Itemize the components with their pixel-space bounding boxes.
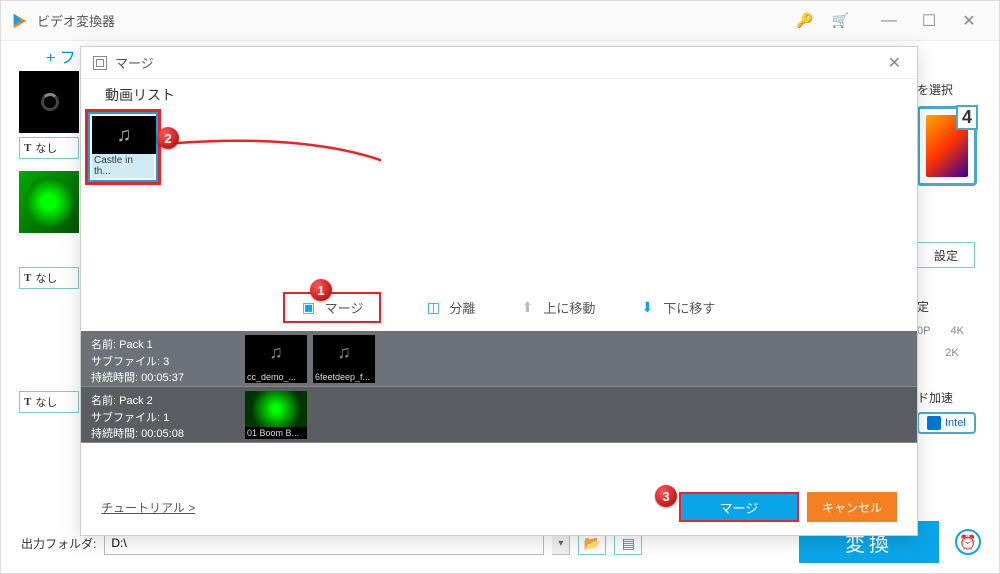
split-action-icon: ◫ — [425, 299, 441, 315]
music-note-icon: ♫ — [117, 124, 132, 147]
split-action-label: 分離 — [449, 298, 475, 317]
intel-chip-icon — [927, 416, 941, 430]
merge-action-icon: ▣ — [301, 299, 317, 315]
move-down-action[interactable]: ⬇ 下に移す — [639, 298, 715, 317]
output-panel: を選択 4 設定 定 0P 4K 2K ド加速 Intel — [917, 81, 987, 435]
format-preset[interactable]: 4 — [917, 106, 977, 186]
dialog-title-bar: マージ ✕ — [81, 47, 917, 79]
clip-list: Tなし Tなし Tなし — [19, 71, 79, 471]
app-title: ビデオ変換器 — [37, 11, 796, 30]
clip-subtitle-none[interactable]: Tなし — [19, 391, 79, 413]
clip-thumb[interactable] — [19, 71, 79, 133]
text-icon: T — [24, 396, 31, 408]
annotation-badge-3: 3 — [655, 485, 677, 507]
action-row: ▣ マージ ◫ 分離 ⬆ 上に移動 ⬇ 下に移す — [81, 293, 917, 321]
annotation-badge-1: 1 — [310, 279, 332, 301]
confirm-merge-button[interactable]: マージ — [679, 492, 799, 522]
merge-action[interactable]: ▣ マージ — [283, 292, 382, 323]
music-note-icon: ♫ — [337, 342, 351, 363]
output-folder-label: 出力フォルダ: — [21, 535, 96, 552]
split-action[interactable]: ◫ 分離 — [425, 298, 475, 317]
text-icon: T — [24, 142, 31, 154]
select-format-label: を選択 — [917, 81, 987, 98]
pack-info: 名前: Pack 1 サブファイル: 3 持続時間: 00:05:37 — [81, 331, 241, 386]
merge-icon — [93, 56, 107, 70]
app-logo-icon — [11, 12, 29, 30]
move-down-label: 下に移す — [663, 298, 715, 317]
music-note-icon: ♫ — [269, 342, 283, 363]
down-arrow-icon: ⬇ — [639, 299, 655, 315]
clip-subtitle-none[interactable]: Tなし — [19, 137, 79, 159]
resolution-row: 0P 4K — [917, 325, 987, 337]
add-file-button[interactable]: + フ — [46, 44, 76, 68]
pack-thumb[interactable]: ♫cc_demo_... — [245, 335, 307, 383]
format-number: 4 — [956, 105, 978, 130]
close-button[interactable]: ✕ — [949, 6, 989, 36]
schedule-button[interactable]: ⏰ — [955, 529, 981, 555]
move-up-action[interactable]: ⬆ 上に移動 — [519, 298, 595, 317]
pack-list: 名前: Pack 1 サブファイル: 3 持続時間: 00:05:37 ♫cc_… — [81, 331, 917, 443]
pack-thumb[interactable]: ♫6feetdeep_f... — [313, 335, 375, 383]
dialog-footer: チュートリアル > マージ キャンセル — [81, 489, 917, 525]
merge-action-label: マージ — [325, 298, 364, 317]
resolution-row2: 2K — [917, 347, 987, 359]
video-caption: Castle in th... — [92, 154, 154, 178]
video-list-label: 動画リスト — [81, 79, 917, 109]
dialog-close-button[interactable]: ✕ — [884, 53, 905, 73]
text-icon: T — [24, 272, 31, 284]
clip-thumb[interactable] — [19, 171, 79, 233]
merge-dialog: マージ ✕ 動画リスト ♫ Castle in th... ▣ マージ ◫ 分離… — [80, 46, 918, 536]
cart-icon[interactable]: 🛒 — [832, 12, 849, 29]
video-thumb: ♫ — [92, 116, 156, 154]
annotation-badge-2: 2 — [157, 127, 179, 149]
pack-row[interactable]: 名前: Pack 2 サブファイル: 1 持続時間: 00:05:08 01 B… — [81, 387, 917, 443]
up-arrow-icon: ⬆ — [519, 299, 535, 315]
key-icon[interactable]: 🔑 — [796, 12, 813, 29]
minimize-button[interactable]: — — [869, 6, 909, 36]
move-up-label: 上に移動 — [543, 298, 595, 317]
dialog-title: マージ — [115, 53, 884, 72]
pack-info: 名前: Pack 2 サブファイル: 1 持続時間: 00:05:08 — [81, 387, 241, 442]
maximize-button[interactable]: ☐ — [909, 6, 949, 36]
settings-button[interactable]: 設定 — [917, 242, 975, 268]
cancel-button[interactable]: キャンセル — [807, 492, 897, 522]
quality-label: 定 — [917, 298, 987, 315]
pack-thumb[interactable]: 01 Boom B... — [245, 391, 307, 439]
title-bar: ビデオ変換器 🔑 🛒 — ☐ ✕ — [1, 1, 999, 41]
hw-accel-label: ド加速 — [917, 389, 987, 406]
intel-badge[interactable]: Intel — [917, 412, 976, 434]
clip-subtitle-none[interactable]: Tなし — [19, 267, 79, 289]
tutorial-link[interactable]: チュートリアル > — [101, 499, 195, 516]
pack-row[interactable]: 名前: Pack 1 サブファイル: 3 持続時間: 00:05:37 ♫cc_… — [81, 331, 917, 387]
video-list-item[interactable]: ♫ Castle in th... — [85, 109, 161, 185]
